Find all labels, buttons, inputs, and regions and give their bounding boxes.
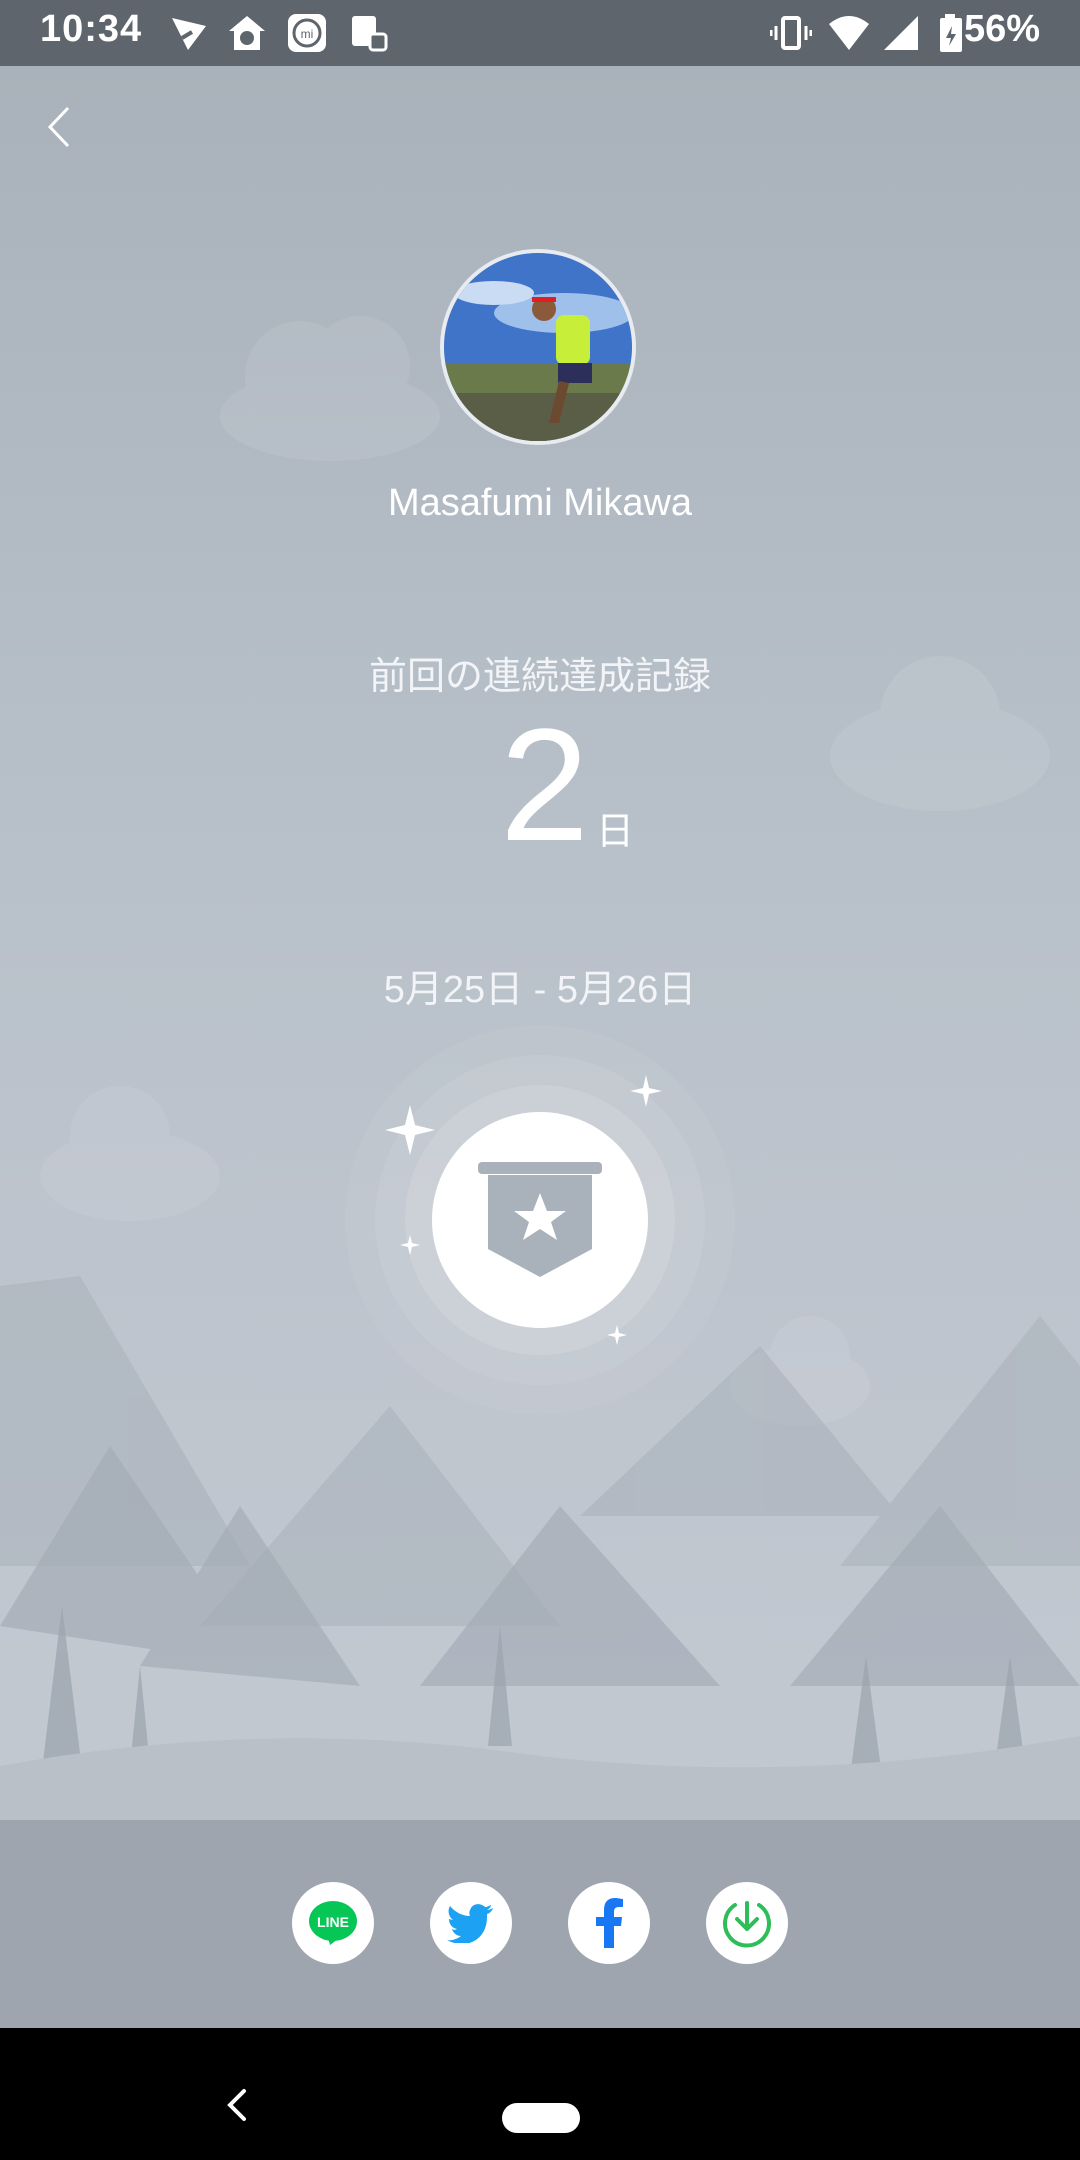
- nav-back-icon[interactable]: [224, 2088, 250, 2122]
- streak-date-range: 5月25日 - 5月26日: [383, 969, 697, 1011]
- streak-record-unit: 日: [596, 811, 635, 853]
- twitter-share-button[interactable]: [430, 1882, 512, 1964]
- facebook-share-button[interactable]: [568, 1882, 650, 1964]
- achievement-badge: [345, 1025, 735, 1415]
- user-name: Masafumi Mikawa: [387, 482, 693, 524]
- home-notification-icon: [229, 16, 265, 50]
- line-share-button[interactable]: LINE: [292, 1882, 374, 1964]
- avatar: [440, 249, 636, 445]
- app-notification-icon: [172, 18, 206, 50]
- facebook-icon: [596, 1898, 623, 1948]
- line-logo-text: LINE: [317, 1914, 349, 1930]
- share-bar: LINE: [0, 1820, 1080, 2028]
- nav-home-button[interactable]: [502, 2103, 580, 2133]
- sim-card-notification-icon: [352, 16, 388, 52]
- streak-record-label: 前回の連続達成記録: [368, 656, 711, 698]
- system-navigation-bar: [0, 2028, 1080, 2160]
- avatar-photo: [444, 253, 632, 441]
- streak-record-value: 2: [500, 695, 589, 874]
- download-button[interactable]: [706, 1882, 788, 1964]
- back-button[interactable]: [40, 104, 80, 150]
- cellular-signal-icon: [884, 16, 918, 50]
- vibrate-icon: [770, 16, 812, 50]
- mi-notification-icon: mi: [288, 14, 326, 52]
- svg-text:mi: mi: [301, 27, 314, 41]
- download-icon: [723, 1901, 771, 1948]
- status-time: 10:34: [40, 8, 143, 50]
- battery-percentage: 56%: [963, 8, 1040, 50]
- line-icon: LINE: [309, 1901, 357, 1945]
- wifi-icon: [829, 16, 869, 50]
- twitter-icon: [447, 1904, 493, 1943]
- status-bar: 10:34 mi 56%: [0, 0, 1080, 66]
